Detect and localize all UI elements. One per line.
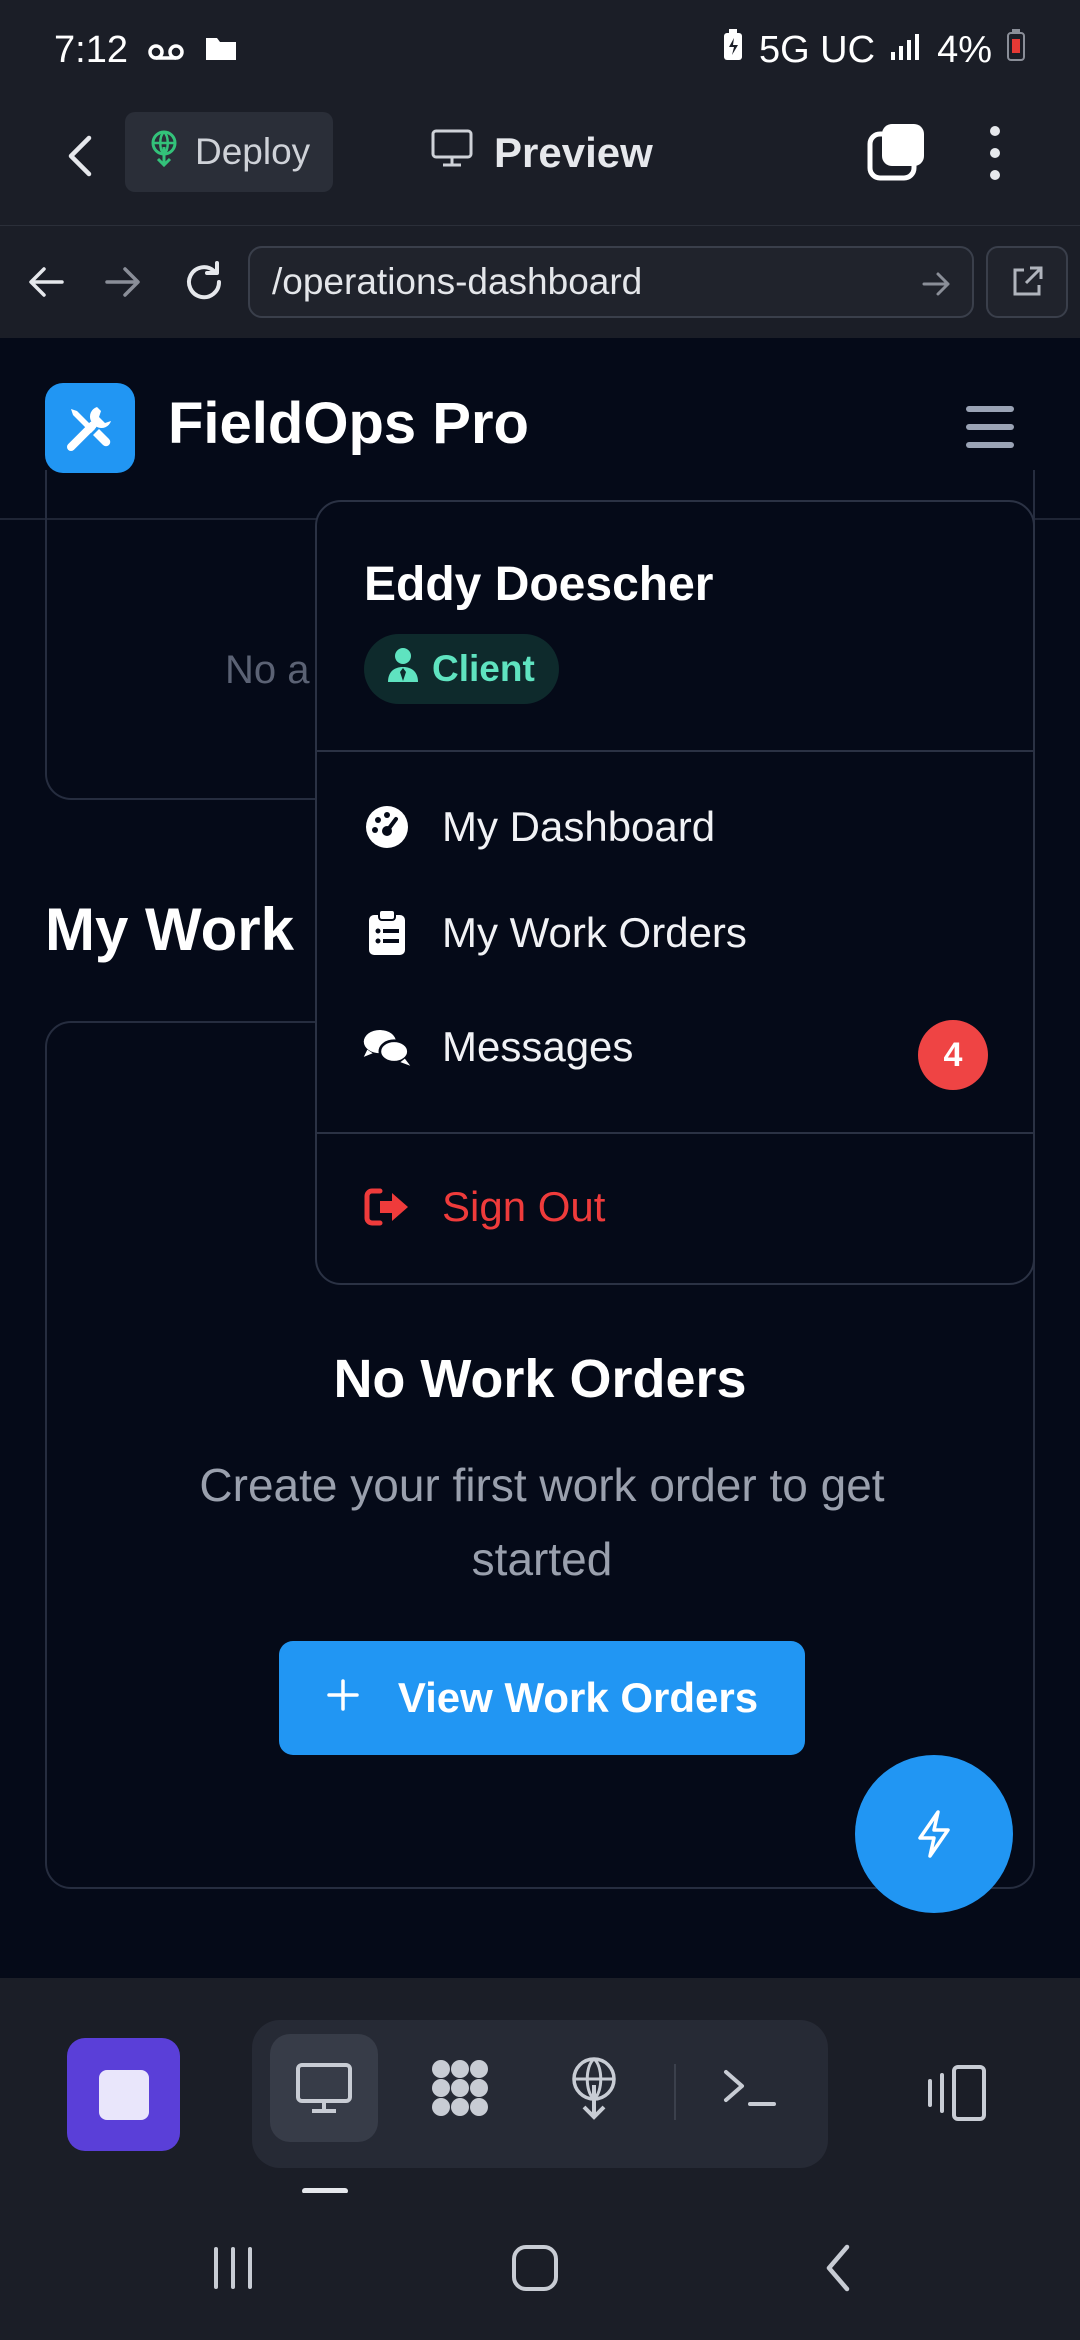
section-title: My Work	[45, 896, 294, 963]
stop-icon	[98, 2069, 149, 2120]
home-icon	[512, 2245, 558, 2291]
dashboard-gauge-icon	[362, 802, 412, 852]
url-text: /operations-dashboard	[272, 261, 643, 302]
tools-icon	[67, 407, 111, 451]
arrow-right-icon	[105, 267, 140, 297]
home-button[interactable]	[495, 2233, 575, 2303]
preview-tool-button[interactable]	[270, 2034, 378, 2142]
tool-separator	[674, 2064, 676, 2120]
tabs-button[interactable]	[866, 120, 928, 182]
deploy-tool-button[interactable]	[540, 2034, 648, 2142]
chevron-left-icon	[68, 135, 92, 177]
url-field[interactable]: /operations-dashboard	[248, 246, 974, 318]
device-frame-icon	[928, 2065, 986, 2121]
system-navigation-bar	[0, 2193, 1080, 2340]
messages-count-badge: 4	[918, 1020, 988, 1090]
reload-button[interactable]	[176, 254, 232, 310]
status-time: 7:12	[54, 28, 128, 71]
tabs-icon	[867, 124, 924, 181]
voicemail-icon	[148, 29, 184, 72]
battery-saver-icon	[721, 28, 745, 72]
logo[interactable]	[45, 383, 135, 473]
go-arrow-icon[interactable]	[916, 264, 956, 304]
plus-icon	[326, 1674, 360, 1722]
clipboard-list-icon	[362, 908, 412, 958]
menu-item-dashboard[interactable]: My Dashboard	[317, 782, 1033, 872]
user-name: Eddy Doescher	[364, 558, 714, 611]
tool-group	[252, 2020, 828, 2168]
deploy-label: Deploy	[195, 131, 311, 172]
system-back-button[interactable]	[798, 2233, 878, 2303]
app-toolbar: Deploy Preview	[0, 100, 1080, 225]
menu-divider	[317, 1132, 1033, 1134]
browser-back-button[interactable]	[18, 254, 74, 310]
menu-item-label: My Dashboard	[442, 803, 716, 850]
sign-out-icon	[362, 1182, 412, 1232]
menu-item-label: Messages	[442, 1023, 634, 1070]
hamburger-menu-button[interactable]	[966, 406, 1014, 448]
browser-forward-button[interactable]	[95, 254, 151, 310]
device-toggle-button[interactable]	[922, 2048, 992, 2138]
battery-icon	[1006, 28, 1026, 72]
user-dropdown-menu: Eddy Doescher Client My Dashboard My Wor…	[315, 500, 1035, 1285]
quick-action-button[interactable]	[855, 1755, 1013, 1913]
deploy-icon	[147, 129, 181, 176]
bottom-toolbar	[0, 1978, 1080, 2193]
card-empty-text: No a	[225, 648, 310, 692]
menu-item-label: My Work Orders	[442, 909, 747, 956]
network-type: 5G UC	[758, 28, 876, 71]
comments-icon	[362, 1022, 412, 1072]
role-label: Client	[432, 648, 535, 689]
menu-icon	[966, 406, 1014, 412]
workflow-tool-button[interactable]	[406, 2034, 514, 2142]
monitor-icon	[430, 128, 474, 178]
preview-tab[interactable]: Preview	[430, 118, 653, 188]
terminal-icon	[724, 2070, 776, 2106]
sign-out-label: Sign Out	[442, 1183, 606, 1230]
deploy-button[interactable]: Deploy	[125, 112, 333, 192]
sign-out-button[interactable]: Sign Out	[317, 1162, 1033, 1252]
brand-name[interactable]: FieldOps Pro	[168, 390, 529, 457]
chevron-left-icon	[826, 2244, 850, 2292]
signal-icon	[889, 29, 923, 72]
arrow-left-icon	[29, 267, 64, 297]
empty-state-subtitle: Create your first work order to get star…	[199, 1459, 885, 1585]
more-options-button[interactable]	[975, 120, 1015, 186]
empty-state-title: No Work Orders	[333, 1349, 747, 1409]
role-badge: Client	[364, 634, 559, 704]
monitor-icon	[296, 2063, 352, 2113]
open-external-button[interactable]	[986, 246, 1068, 318]
stop-button[interactable]	[67, 2038, 180, 2151]
user-tie-icon	[386, 646, 420, 693]
menu-item-messages[interactable]: Messages 4	[317, 1002, 1033, 1092]
nodes-icon	[432, 2060, 488, 2116]
view-work-orders-button[interactable]: View Work Orders	[279, 1641, 805, 1755]
battery-level: 4%	[937, 28, 992, 71]
lightning-icon	[918, 1810, 950, 1858]
back-button[interactable]	[50, 126, 110, 186]
browser-url-row: /operations-dashboard	[0, 225, 1080, 338]
menu-divider	[317, 750, 1033, 752]
reload-icon	[187, 261, 222, 300]
menu-item-work-orders[interactable]: My Work Orders	[317, 888, 1033, 978]
more-dot-icon	[990, 126, 1000, 136]
view-work-orders-label: View Work Orders	[397, 1674, 759, 1721]
console-tool-button[interactable]	[696, 2034, 804, 2142]
folder-icon	[204, 29, 238, 72]
preview-label: Preview	[494, 129, 653, 176]
recent-apps-icon	[214, 2247, 252, 2289]
external-link-icon	[1013, 266, 1043, 296]
deploy-icon	[572, 2057, 616, 2120]
status-bar: 7:12 5G UC 4%	[0, 0, 1080, 100]
recent-apps-button[interactable]	[193, 2233, 273, 2303]
